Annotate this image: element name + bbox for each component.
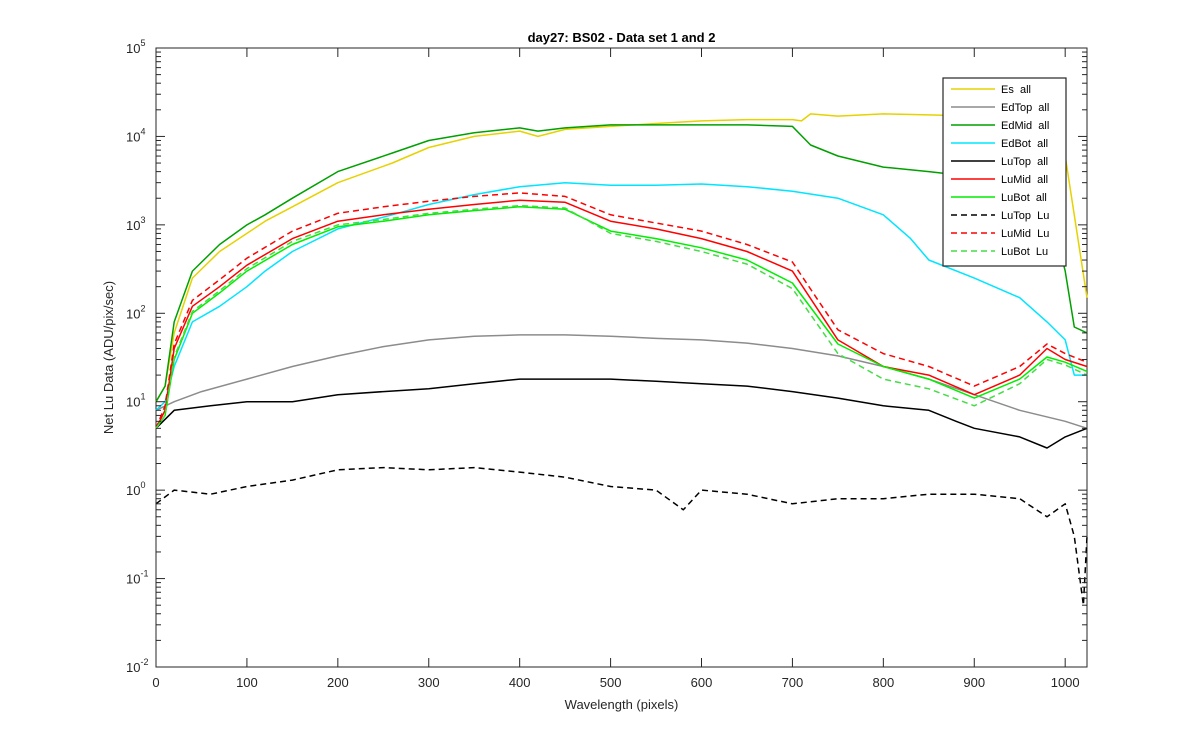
- y-tick-exponent: 1: [140, 392, 145, 402]
- y-tick-label: 101: [126, 392, 145, 410]
- legend-label: EdBot all: [1001, 138, 1048, 150]
- y-tick-base: 10: [126, 395, 140, 410]
- legend: Es all EdTop all EdMid all EdBot all LuTop a…: [942, 77, 1067, 267]
- x-tick-label: 400: [509, 675, 531, 690]
- x-tick-label: 700: [782, 675, 804, 690]
- y-tick-exponent: 0: [140, 480, 145, 490]
- y-tick-exponent: 5: [140, 38, 145, 48]
- y-tick-base: 10: [126, 483, 140, 498]
- y-tick-exponent: 2: [140, 303, 145, 313]
- chart-canvas: 0 100 200 300 400 500 600 700 800 900 100010-210-1…: [101, 30, 1088, 712]
- legend-label: LuBot Lu: [1001, 246, 1048, 258]
- y-tick-base: 10: [126, 218, 140, 233]
- x-axis-label: Wavelength (pixels): [565, 697, 679, 712]
- legend-label: EdTop all: [1001, 102, 1049, 114]
- x-tick-label: 0: [152, 675, 159, 690]
- y-tick-label: 10-1: [126, 569, 148, 587]
- legend-label: LuTop Lu: [1001, 210, 1049, 222]
- x-tick-label: 100: [236, 675, 258, 690]
- y-tick-exponent: -1: [140, 569, 148, 579]
- x-tick-label: 900: [963, 675, 985, 690]
- x-tick-label: 800: [872, 675, 894, 690]
- y-tick-label: 103: [126, 215, 145, 233]
- y-tick-exponent: -2: [140, 657, 148, 667]
- legend-label: LuTop all: [1001, 156, 1048, 168]
- x-tick-label: 1000: [1051, 675, 1080, 690]
- x-tick-label: 200: [327, 675, 349, 690]
- y-tick-base: 10: [126, 660, 140, 675]
- y-tick-exponent: 3: [140, 215, 145, 225]
- x-tick-label: 600: [691, 675, 713, 690]
- legend-label: LuMid all: [1001, 174, 1048, 186]
- y-tick-base: 10: [126, 41, 140, 56]
- y-tick-base: 10: [126, 306, 140, 321]
- y-tick-exponent: 4: [140, 126, 145, 136]
- chart-title: day27: BS02 - Data set 1 and 2: [528, 30, 716, 45]
- y-axis-label: Net Lu Data (ADU/pix/sec): [101, 281, 116, 434]
- y-tick-label: 100: [126, 480, 145, 498]
- legend-label: EdMid all: [1001, 120, 1049, 132]
- y-tick-base: 10: [126, 129, 140, 144]
- y-tick-label: 104: [126, 126, 145, 144]
- legend-label: Es all: [1001, 84, 1031, 96]
- y-tick-label: 10-2: [126, 657, 148, 675]
- y-tick-label: 105: [126, 38, 145, 56]
- y-tick-label: 102: [126, 303, 145, 321]
- x-tick-label: 300: [418, 675, 440, 690]
- legend-label: LuMid Lu: [1001, 228, 1049, 240]
- y-tick-base: 10: [126, 572, 140, 587]
- legend-label: LuBot all: [1001, 192, 1047, 204]
- x-tick-label: 500: [600, 675, 622, 690]
